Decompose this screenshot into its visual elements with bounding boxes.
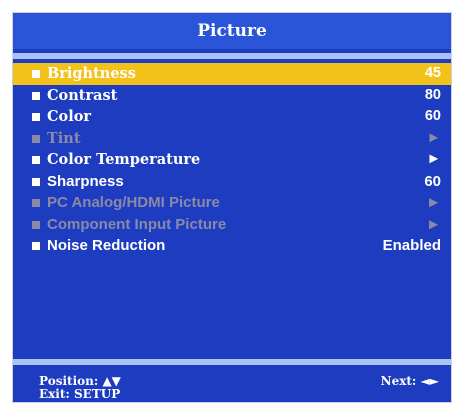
menu-item-pc-analog-hdmi-picture: PC Analog/HDMI Picture ► <box>13 192 451 214</box>
menu-item-color-temperature[interactable]: Color Temperature ► <box>13 149 451 171</box>
square-bullet-icon <box>32 220 40 229</box>
right-arrow-icon: ► <box>426 129 441 146</box>
menu-list: Brightness 45 Contrast 80 Color 60 Tint … <box>13 63 451 257</box>
menu-item-label: Brightness <box>47 65 136 82</box>
menu-item-label: Sharpness <box>47 172 124 190</box>
menu-item-value: 45 <box>424 65 441 81</box>
menu-item-contrast[interactable]: Contrast 80 <box>13 85 451 107</box>
next-hint: Next: ◄► <box>380 374 439 388</box>
menu-item-label: Noise Reduction <box>47 237 166 254</box>
square-bullet-icon <box>32 91 40 100</box>
square-bullet-icon <box>32 177 40 186</box>
right-arrow-icon: ► <box>426 151 441 167</box>
menu-item-color[interactable]: Color 60 <box>13 106 451 128</box>
help-footer: Position: ▲▼ Exit: SETUP Next: ◄► <box>13 365 451 402</box>
square-bullet-icon <box>32 156 40 164</box>
menu-item-value: 80 <box>424 86 441 103</box>
menu-item-brightness[interactable]: Brightness 45 <box>13 63 451 85</box>
menu-item-label: Color Temperature <box>47 151 201 168</box>
right-arrow-icon: ► <box>426 194 441 211</box>
menu-item-label: Contrast <box>47 86 118 104</box>
menu-item-value: 60 <box>424 108 441 124</box>
square-bullet-icon <box>32 242 40 250</box>
menu-item-label: PC Analog/HDMI Picture <box>47 194 220 211</box>
picture-menu-panel: Picture Brightness 45 Contrast 80 Color … <box>13 13 451 402</box>
square-bullet-icon <box>32 113 40 121</box>
menu-item-noise-reduction[interactable]: Noise Reduction Enabled <box>13 235 451 257</box>
exit-hint: Exit: SETUP <box>39 387 121 401</box>
title-separator <box>13 53 451 59</box>
menu-item-label: Component Input Picture <box>47 215 227 233</box>
menu-item-sharpness[interactable]: Sharpness 60 <box>13 171 451 193</box>
square-bullet-icon <box>32 199 40 207</box>
menu-item-value: 60 <box>424 172 441 190</box>
square-bullet-icon <box>32 134 40 143</box>
menu-item-tint: Tint ► <box>13 128 451 150</box>
menu-item-component-input-picture: Component Input Picture ► <box>13 214 451 236</box>
menu-item-label: Tint <box>47 129 81 147</box>
navigation-hints: Position: ▲▼ Exit: SETUP <box>39 375 121 401</box>
menu-item-value: Enabled <box>382 237 441 254</box>
square-bullet-icon <box>32 70 40 78</box>
menu-title: Picture <box>13 13 451 49</box>
right-arrow-icon: ► <box>426 215 441 233</box>
menu-item-label: Color <box>47 108 92 125</box>
